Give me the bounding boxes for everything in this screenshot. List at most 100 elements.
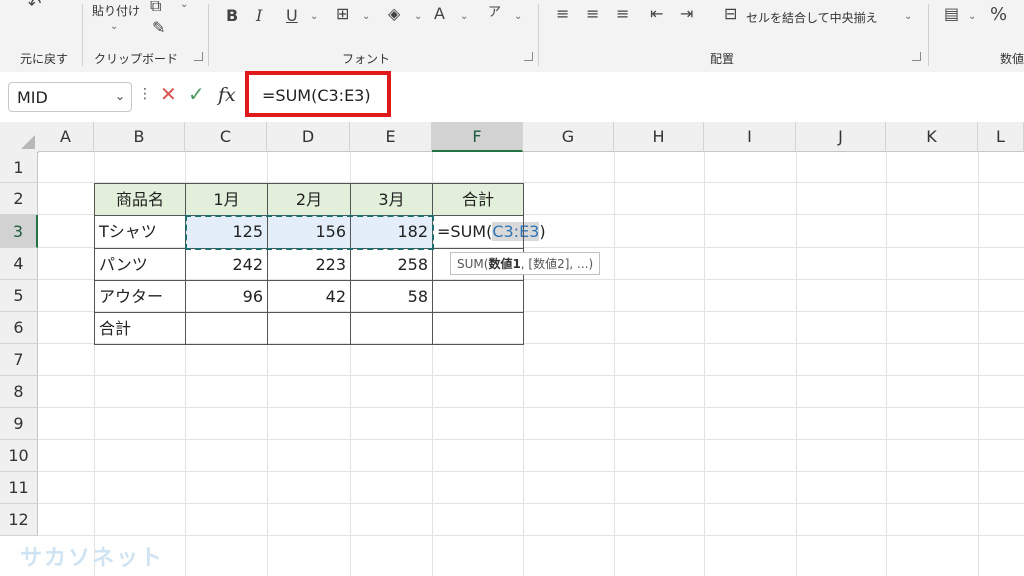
clipboard-launcher-icon[interactable] xyxy=(194,52,203,61)
align-center-icon[interactable]: ≡ xyxy=(586,6,599,22)
ribbon-separator xyxy=(82,4,83,66)
fill-dropdown-icon[interactable]: ⌄ xyxy=(414,12,422,22)
undo-icon[interactable]: ↶ xyxy=(28,0,41,12)
cancel-icon[interactable]: ✕ xyxy=(160,84,177,104)
gridline xyxy=(704,152,705,576)
underline-icon[interactable]: U xyxy=(286,8,298,24)
phonetic-icon[interactable]: ア xyxy=(488,6,501,19)
table-border xyxy=(185,183,186,345)
column-header-j[interactable]: J xyxy=(796,122,886,152)
underline-dropdown-icon[interactable]: ⌄ xyxy=(310,12,318,22)
percent-icon[interactable]: % xyxy=(990,6,1007,24)
border-icon[interactable]: ⊞ xyxy=(336,6,349,22)
row-header-7[interactable]: 7 xyxy=(0,344,38,376)
ribbon-separator xyxy=(538,4,539,66)
name-box[interactable]: MID ⌄ xyxy=(8,82,132,112)
row-header-1[interactable]: 1 xyxy=(0,152,38,183)
merge-dropdown-icon[interactable]: ⌄ xyxy=(904,12,912,22)
gridline xyxy=(796,152,797,576)
tooltip-arg1: 数値1 xyxy=(488,257,521,271)
merge-center-button[interactable]: セルを結合して中央揃え xyxy=(746,9,878,26)
insert-function-icon[interactable]: fx xyxy=(218,84,236,106)
header-cell-mar[interactable]: 3月 xyxy=(351,184,432,215)
alignment-launcher-icon[interactable] xyxy=(912,52,921,61)
more-options-icon[interactable]: ⋮ xyxy=(138,86,152,102)
font-color-dropdown-icon[interactable]: ⌄ xyxy=(460,12,468,22)
number-group-label: 数値 xyxy=(1000,52,1024,66)
italic-icon[interactable]: I xyxy=(256,8,262,24)
paste-dropdown-icon[interactable]: ⌄ xyxy=(110,22,118,32)
cell-d4[interactable]: 223 xyxy=(268,249,350,280)
cell-b4[interactable]: パンツ xyxy=(95,249,185,280)
align-left-icon[interactable]: ≡ xyxy=(556,6,569,22)
row-header-9[interactable]: 9 xyxy=(0,408,38,440)
column-header-i[interactable]: I xyxy=(704,122,796,152)
cell-f3-editing[interactable]: =SUM(C3:E3) xyxy=(433,216,573,248)
column-header-c[interactable]: C xyxy=(185,122,267,152)
gridline xyxy=(38,375,1024,376)
row-header-5[interactable]: 5 xyxy=(0,280,38,312)
copy-dropdown-icon[interactable]: ⌄ xyxy=(180,0,188,10)
column-header-a[interactable]: A xyxy=(38,122,94,152)
cell-e5[interactable]: 58 xyxy=(351,281,432,312)
cell-b3[interactable]: Tシャツ xyxy=(95,216,185,248)
header-cell-product[interactable]: 商品名 xyxy=(95,184,185,215)
increase-indent-icon[interactable]: ⇥ xyxy=(680,6,693,22)
tooltip-func: SUM( xyxy=(457,257,489,271)
row-header-10[interactable]: 10 xyxy=(0,440,38,472)
column-header-h[interactable]: H xyxy=(614,122,704,152)
number-format-dropdown-icon[interactable]: ⌄ xyxy=(968,12,976,22)
tooltip-rest: , [数値2], ...) xyxy=(520,257,594,271)
phonetic-dropdown-icon[interactable]: ⌄ xyxy=(514,12,522,22)
row-header-6[interactable]: 6 xyxy=(0,312,38,344)
column-header-d[interactable]: D xyxy=(267,122,350,152)
gridline xyxy=(38,439,1024,440)
function-tooltip[interactable]: SUM(数値1, [数値2], ...) xyxy=(450,252,601,275)
select-all-button[interactable] xyxy=(0,122,39,153)
alignment-group-label: 配置 xyxy=(710,52,735,66)
cell-d5[interactable]: 42 xyxy=(268,281,350,312)
column-header-e[interactable]: E xyxy=(350,122,432,152)
cell-e4[interactable]: 258 xyxy=(351,249,432,280)
row-header-2[interactable]: 2 xyxy=(0,183,38,215)
chevron-down-icon[interactable]: ⌄ xyxy=(115,89,125,103)
ribbon-separator xyxy=(208,4,209,66)
row-header-3[interactable]: 3 xyxy=(0,215,38,248)
row-header-11[interactable]: 11 xyxy=(0,472,38,504)
column-header-g[interactable]: G xyxy=(523,122,614,152)
font-launcher-icon[interactable] xyxy=(524,52,533,61)
cell-b6[interactable]: 合計 xyxy=(95,313,185,344)
align-right-icon[interactable]: ≡ xyxy=(616,6,629,22)
column-header-l[interactable]: L xyxy=(978,122,1024,152)
copy-icon[interactable]: ⧉ xyxy=(150,0,161,14)
font-color-icon[interactable]: A xyxy=(434,6,445,22)
table-border xyxy=(94,280,524,281)
bold-icon[interactable]: B xyxy=(226,8,238,24)
format-painter-icon[interactable]: ✎ xyxy=(152,20,165,36)
cell-c4[interactable]: 242 xyxy=(186,249,267,280)
row-header-12[interactable]: 12 xyxy=(0,504,38,536)
cell-c5[interactable]: 96 xyxy=(186,281,267,312)
worksheet-grid[interactable]: ABCDEFGHIJKL 1 2 3 4 5 6 7 8 9 10 11 12 商品名 1月 2月 3… xyxy=(0,122,1024,576)
table-border xyxy=(350,183,351,345)
row-header-4[interactable]: 4 xyxy=(0,248,38,280)
row-header-8[interactable]: 8 xyxy=(0,376,38,408)
fill-color-icon[interactable]: ◈ xyxy=(388,6,400,22)
column-header-b[interactable]: B xyxy=(94,122,185,152)
merge-icon[interactable]: ⊟ xyxy=(724,6,737,22)
column-header-f[interactable]: F xyxy=(432,122,523,152)
column-header-k[interactable]: K xyxy=(886,122,978,152)
header-cell-total[interactable]: 合計 xyxy=(433,184,523,215)
header-cell-feb[interactable]: 2月 xyxy=(268,184,350,215)
formula-suffix: ) xyxy=(539,222,546,241)
gridline xyxy=(978,152,979,576)
paste-button[interactable]: 貼り付け xyxy=(92,2,140,19)
select-all-icon xyxy=(21,135,35,149)
header-cell-jan[interactable]: 1月 xyxy=(186,184,267,215)
number-format-icon[interactable]: ▤ xyxy=(944,6,959,22)
decrease-indent-icon[interactable]: ⇤ xyxy=(650,6,663,22)
enter-check-icon[interactable]: ✓ xyxy=(188,84,205,104)
border-dropdown-icon[interactable]: ⌄ xyxy=(362,12,370,22)
cell-b5[interactable]: アウター xyxy=(95,281,185,312)
formula-prefix: =SUM( xyxy=(437,222,493,241)
